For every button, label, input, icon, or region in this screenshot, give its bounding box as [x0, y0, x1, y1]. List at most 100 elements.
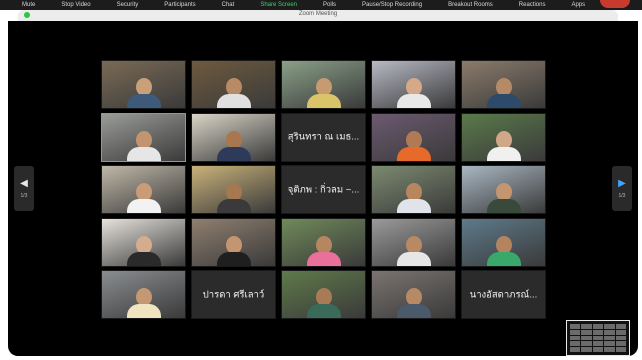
- toolbar-item[interactable]: Mute: [0, 2, 43, 8]
- thumbnail-cell: [581, 335, 592, 341]
- participant-video-tile[interactable]: [371, 112, 456, 162]
- toolbar-item[interactable]: Chat: [204, 2, 243, 8]
- participant-video-tile[interactable]: [191, 217, 276, 267]
- thumbnail-cell: [604, 341, 615, 347]
- participant-figure: [306, 235, 341, 266]
- page-indicator-left: 1/3: [20, 192, 28, 199]
- participant-shoulders: [396, 304, 431, 318]
- participant-shoulders: [486, 199, 521, 213]
- participant-figure: [396, 183, 431, 213]
- participant-shoulders: [126, 304, 161, 318]
- page-indicator-right: 1/3: [618, 192, 626, 199]
- participant-video-tile[interactable]: [461, 217, 546, 267]
- participant-figure: [126, 78, 161, 108]
- thumbnail-cell: [615, 335, 626, 341]
- toolbar-item[interactable]: Participants: [146, 2, 203, 8]
- thumbnail-cell: [592, 324, 604, 329]
- participant-video-tile[interactable]: [281, 217, 366, 267]
- participant-video-tile[interactable]: [101, 165, 186, 214]
- thumbnail-cell: [615, 329, 626, 335]
- thumbnail-cell: [581, 341, 592, 347]
- toolbar-item[interactable]: Share Screen: [242, 2, 305, 8]
- participant-shoulders: [126, 146, 161, 161]
- participant-shoulders: [306, 251, 341, 266]
- participant-name: สุรินทรา ณ เมธ...: [287, 131, 360, 143]
- participant-video-tile[interactable]: [281, 60, 366, 109]
- thumbnail-cell: [615, 341, 626, 347]
- toolbar-item[interactable]: Reactions: [501, 2, 554, 8]
- thumbnail-cell: [592, 347, 604, 352]
- participant-shoulders: [216, 94, 251, 108]
- participant-figure: [216, 183, 251, 213]
- participant-video-tile[interactable]: [101, 270, 186, 319]
- toolbar-item[interactable]: Security: [99, 2, 147, 8]
- participant-video-tile[interactable]: [281, 270, 366, 319]
- thumbnail-cell: [615, 324, 626, 329]
- participant-name-tile[interactable]: นางอัสดาภรณ์...: [461, 270, 546, 319]
- participant-shoulders: [216, 251, 251, 266]
- participant-name: นางอัสดาภรณ์...: [469, 289, 538, 300]
- participant-shoulders: [396, 251, 431, 266]
- thumbnail-cell: [570, 329, 581, 335]
- participant-figure: [396, 288, 431, 318]
- thumbnail-cell: [581, 347, 592, 352]
- participant-video-tile[interactable]: [461, 112, 546, 162]
- thumbnail-cell: [592, 335, 604, 341]
- participant-figure: [486, 183, 521, 213]
- participant-name-tile[interactable]: ปารดา ศรีเลาว์: [191, 270, 276, 319]
- participant-video-tile[interactable]: [461, 60, 546, 109]
- toolbar-item[interactable]: Apps: [553, 2, 593, 8]
- gallery-grid: สุรินทรา ณ เมธ... จุติภพ : กิ่วลม ~... ปาร…: [101, 60, 546, 319]
- participant-shoulders: [396, 199, 431, 213]
- participant-video-tile[interactable]: [371, 60, 456, 109]
- participant-figure: [486, 130, 521, 161]
- participant-shoulders: [306, 304, 341, 318]
- thumbnail-cell: [604, 324, 615, 329]
- self-view-thumbnail[interactable]: [566, 320, 630, 356]
- participant-figure: [216, 235, 251, 266]
- toolbar-item[interactable]: Pause/Stop Recording: [344, 2, 430, 8]
- participant-video-tile[interactable]: [101, 60, 186, 109]
- participant-name: จุติภพ : กิ่วลม ~...: [287, 184, 360, 195]
- participant-figure: [486, 78, 521, 108]
- window-titlebar: Zoom Meeting: [18, 10, 618, 21]
- participant-figure: [306, 78, 341, 108]
- participant-video-tile[interactable]: [101, 112, 186, 162]
- participant-video-tile[interactable]: [461, 165, 546, 214]
- participant-shoulders: [486, 94, 521, 108]
- toolbar-item[interactable]: Stop Video: [43, 2, 98, 8]
- participant-shoulders: [306, 94, 341, 108]
- participant-video-tile[interactable]: [371, 217, 456, 267]
- participant-shoulders: [126, 199, 161, 213]
- toolbar-item[interactable]: Breakout Rooms: [430, 2, 501, 8]
- thumbnail-cell: [570, 324, 581, 329]
- participant-video-tile[interactable]: [191, 112, 276, 162]
- participant-video-tile[interactable]: [101, 217, 186, 267]
- participant-shoulders: [486, 146, 521, 161]
- participant-shoulders: [216, 199, 251, 213]
- arrow-left-icon: ◀: [20, 177, 28, 189]
- participant-figure: [486, 235, 521, 266]
- participant-shoulders: [126, 94, 161, 108]
- participant-video-tile[interactable]: [371, 165, 456, 214]
- participant-figure: [306, 288, 341, 318]
- participant-shoulders: [396, 94, 431, 108]
- participant-name-tile[interactable]: จุติภพ : กิ่วลม ~...: [281, 165, 366, 214]
- thumbnail-cell: [604, 335, 615, 341]
- participant-figure: [216, 78, 251, 108]
- participant-figure: [126, 288, 161, 318]
- participant-figure: [126, 183, 161, 213]
- participant-figure: [126, 235, 161, 266]
- window-title: Zoom Meeting: [298, 11, 338, 17]
- previous-page-button[interactable]: ◀ 1/3: [14, 166, 34, 211]
- participant-video-tile[interactable]: [371, 270, 456, 319]
- next-page-button[interactable]: ▶ 1/3: [612, 166, 632, 211]
- participant-shoulders: [486, 251, 521, 266]
- participant-video-tile[interactable]: [191, 60, 276, 109]
- participant-shoulders: [126, 251, 161, 266]
- participant-name-tile[interactable]: สุรินทรา ณ เมธ...: [281, 112, 366, 162]
- participant-video-tile[interactable]: [191, 165, 276, 214]
- end-button-edge[interactable]: [600, 0, 630, 8]
- toolbar-item[interactable]: Polls: [305, 2, 344, 8]
- participant-figure: [396, 235, 431, 266]
